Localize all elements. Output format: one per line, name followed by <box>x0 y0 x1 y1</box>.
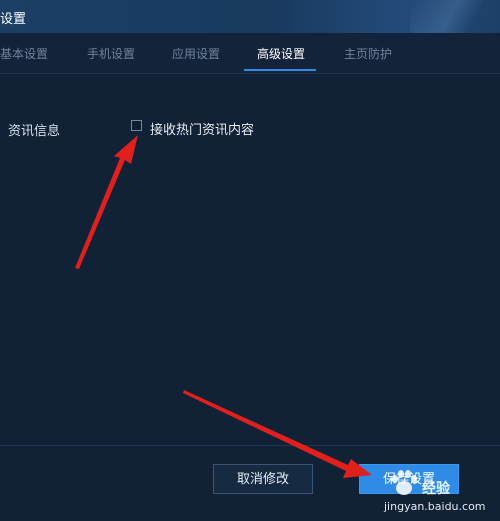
active-tab-indicator <box>244 69 316 71</box>
hot-news-checkbox-label[interactable]: 接收热门资讯内容 <box>150 119 254 138</box>
window-title: 设置 <box>0 12 27 27</box>
footer-divider <box>0 445 500 446</box>
news-info-label: 资讯信息 <box>8 124 61 139</box>
tab-homepage-protection[interactable]: 主页防护 <box>344 45 392 62</box>
save-settings-button[interactable]: 保存设置 <box>359 464 459 494</box>
hot-news-checkbox[interactable] <box>131 120 142 131</box>
tab-bar: 基本设置 手机设置 应用设置 高级设置 主页防护 <box>0 33 500 74</box>
tab-basic-settings[interactable]: 基本设置 <box>0 45 48 62</box>
watermark-url: jingyan.baidu.com <box>384 500 486 513</box>
tab-app-settings[interactable]: 应用设置 <box>172 45 220 62</box>
red-arrow-to-checkbox <box>75 135 138 269</box>
tab-phone-settings[interactable]: 手机设置 <box>87 45 135 62</box>
title-bar-decoration <box>410 0 500 33</box>
tab-advanced-settings[interactable]: 高级设置 <box>257 45 305 62</box>
title-bar: 设置 <box>0 0 500 33</box>
cancel-changes-button[interactable]: 取消修改 <box>213 464 313 494</box>
annotation-arrows <box>75 135 372 478</box>
